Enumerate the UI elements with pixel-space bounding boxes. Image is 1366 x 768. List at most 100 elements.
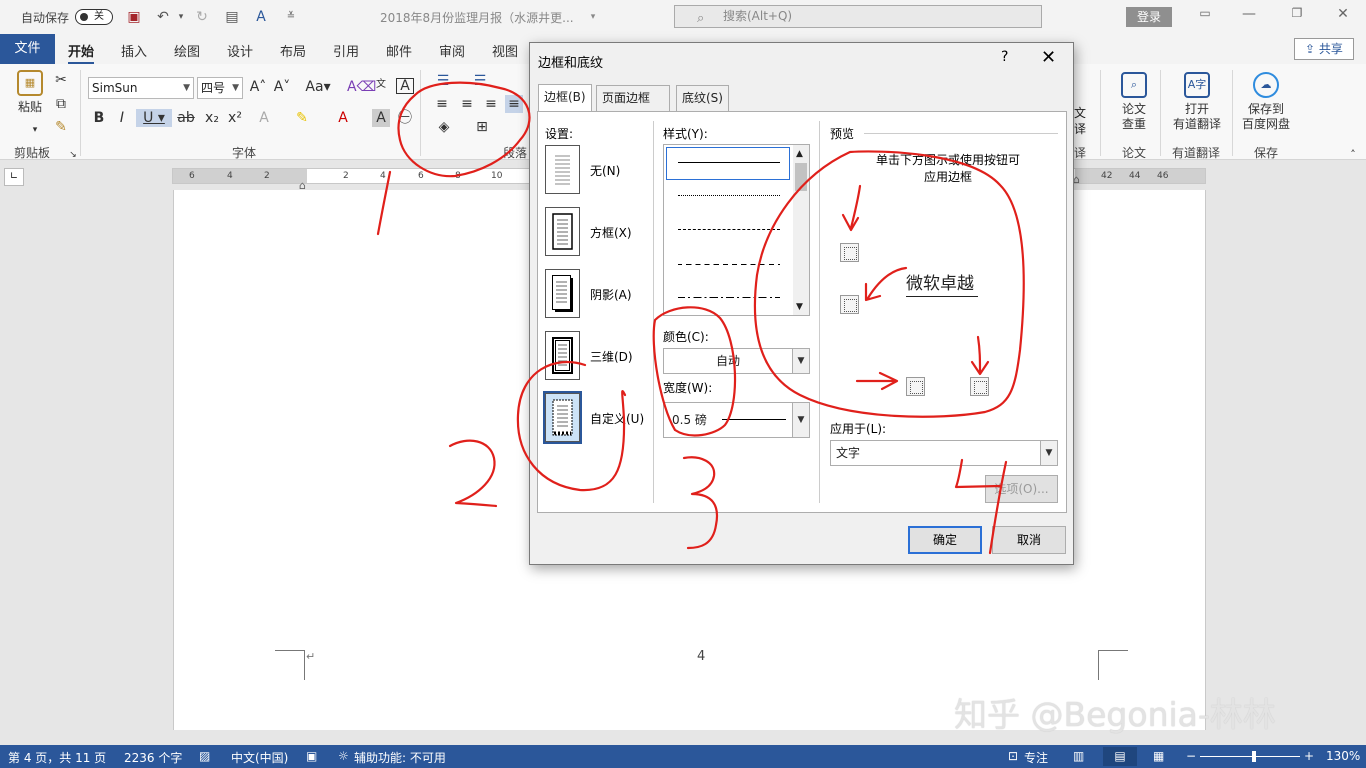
style-scrollbar[interactable]: ▲ ▼: [793, 145, 809, 315]
tab-design[interactable]: 设计: [227, 41, 253, 60]
setting-3d-label[interactable]: 三维(D): [590, 348, 633, 365]
top-border-button[interactable]: [840, 243, 859, 262]
autosave-toggle[interactable]: 关: [75, 9, 113, 25]
left-border-button[interactable]: [906, 377, 925, 396]
zoom-slider[interactable]: [1200, 756, 1300, 757]
setting-custom[interactable]: [543, 391, 582, 444]
align-center-icon[interactable]: ≡: [458, 95, 476, 113]
youdao-translate-button[interactable]: A字 打开 有道翻译: [1168, 72, 1226, 132]
undo-dropdown-icon[interactable]: ▾: [172, 8, 190, 26]
page-indicator[interactable]: 第 4 页，共 11 页: [8, 749, 106, 766]
undo-icon[interactable]: ↶: [154, 8, 172, 26]
change-case-icon[interactable]: Aa▾: [305, 78, 331, 96]
tab-draw[interactable]: 绘图: [174, 41, 200, 60]
macro-icon[interactable]: ▣: [306, 749, 317, 763]
underline-icon[interactable]: U ▾: [136, 109, 172, 127]
ok-button[interactable]: 确定: [908, 526, 982, 554]
font-name-box[interactable]: SimSun ▼: [88, 77, 194, 99]
print-layout-icon[interactable]: ▤: [1103, 747, 1137, 766]
setting-box[interactable]: [545, 207, 580, 256]
cancel-button[interactable]: 取消: [992, 526, 1066, 554]
tab-insert[interactable]: 插入: [121, 41, 147, 60]
style-dash-dot[interactable]: [678, 297, 780, 298]
enclose-char-icon[interactable]: ㊀: [396, 109, 414, 127]
subscript-icon[interactable]: x₂: [203, 109, 221, 127]
setting-none[interactable]: [545, 145, 580, 194]
scroll-down-icon[interactable]: ▼: [796, 302, 803, 312]
read-aloud-icon[interactable]: A: [252, 8, 270, 26]
setting-none-label[interactable]: 无(N): [590, 162, 620, 179]
setting-box-label[interactable]: 方框(X): [590, 224, 632, 241]
apply-to-select[interactable]: 文字 ▼: [830, 440, 1058, 466]
restore-icon[interactable]: ❐: [1286, 6, 1308, 26]
read-mode-icon[interactable]: ▥: [1073, 749, 1084, 763]
setting-custom-label[interactable]: 自定义(U): [590, 410, 644, 427]
superscript-icon[interactable]: x²: [226, 109, 244, 127]
align-right-icon[interactable]: ≡: [482, 95, 500, 113]
tab-home[interactable]: 开始: [68, 41, 95, 65]
share-button[interactable]: ⇪ 共享: [1294, 38, 1354, 60]
tab-page-border[interactable]: 页面边框(P): [596, 85, 670, 129]
tab-file[interactable]: 文件: [0, 34, 55, 64]
bold-icon[interactable]: B: [90, 109, 108, 127]
highlight-icon[interactable]: ✎: [293, 109, 311, 127]
strikethrough-icon[interactable]: ab: [177, 109, 195, 127]
tab-selector-icon[interactable]: ∟: [4, 168, 24, 186]
numbering-icon[interactable]: ☰: [471, 72, 489, 90]
bullets-icon[interactable]: ☰: [434, 72, 452, 90]
zoom-in-icon[interactable]: +: [1304, 749, 1314, 763]
setting-shadow[interactable]: [545, 269, 580, 318]
preview-sample-text[interactable]: 微软卓越: [906, 269, 978, 297]
copy-icon[interactable]: ⧉: [52, 95, 70, 113]
options-button[interactable]: 选项(O)...: [985, 475, 1058, 503]
window-close-icon[interactable]: ✕: [1332, 6, 1354, 26]
format-painter-icon[interactable]: ✎: [52, 118, 70, 136]
bottom-border-button[interactable]: [840, 295, 859, 314]
word-count[interactable]: 2236 个字: [124, 749, 182, 766]
title-dropdown-icon[interactable]: ▾: [584, 8, 602, 26]
ribbon-display-icon[interactable]: ▭: [1194, 6, 1216, 26]
tab-mailings[interactable]: 邮件: [386, 41, 412, 60]
setting-3d[interactable]: [545, 331, 580, 380]
phonetic-guide-icon[interactable]: 文: [372, 76, 390, 94]
borders-icon[interactable]: ⊞: [473, 118, 491, 136]
grow-font-icon[interactable]: A˄: [249, 78, 267, 96]
setting-shadow-label[interactable]: 阴影(A): [590, 286, 632, 303]
align-left-icon[interactable]: ≡: [433, 95, 451, 113]
char-border-icon[interactable]: A: [396, 78, 414, 94]
redo-icon[interactable]: ↻: [193, 8, 211, 26]
search-input[interactable]: ⌕ 搜索(Alt+Q): [674, 5, 1042, 28]
paper-check-button[interactable]: ⌕ 论文 查重: [1112, 72, 1156, 132]
style-dashed-small[interactable]: [678, 229, 780, 230]
tab-layout[interactable]: 布局: [280, 41, 306, 60]
text-effects-icon[interactable]: A: [255, 109, 273, 127]
justify-icon[interactable]: ≡: [505, 95, 523, 113]
tab-view[interactable]: 视图: [492, 41, 518, 60]
shrink-font-icon[interactable]: A˅: [273, 78, 291, 96]
tab-borders[interactable]: 边框(B): [538, 84, 592, 112]
accessibility-status[interactable]: 辅助功能: 不可用: [354, 749, 446, 766]
style-solid[interactable]: [678, 162, 780, 163]
color-select[interactable]: 自动 ▼: [663, 348, 810, 374]
scroll-thumb[interactable]: [795, 163, 807, 191]
language-indicator[interactable]: 中文(中国): [231, 749, 288, 766]
style-dashed[interactable]: [678, 264, 780, 265]
zoom-out-icon[interactable]: −: [1186, 749, 1196, 763]
save-icon[interactable]: ▣: [125, 8, 143, 26]
clear-format-icon[interactable]: A⌫: [347, 78, 376, 96]
login-button[interactable]: 登录: [1126, 7, 1172, 27]
tab-review[interactable]: 审阅: [439, 41, 465, 60]
scroll-up-icon[interactable]: ▲: [796, 149, 803, 159]
baidu-save-button[interactable]: ☁ 保存到 百度网盘: [1240, 72, 1292, 132]
tab-references[interactable]: 引用: [333, 41, 359, 60]
web-layout-icon[interactable]: ▦: [1153, 749, 1164, 763]
font-size-box[interactable]: 四号 ▼: [197, 77, 243, 99]
italic-icon[interactable]: I: [113, 109, 131, 127]
char-shading-icon[interactable]: A: [372, 109, 390, 127]
shading-icon[interactable]: ◈: [435, 118, 453, 136]
dialog-close-icon[interactable]: ✕: [1041, 47, 1056, 68]
right-indent-marker-icon[interactable]: ⌂: [1073, 173, 1080, 186]
help-icon[interactable]: ?: [1001, 49, 1008, 65]
focus-mode[interactable]: 专注: [1024, 749, 1048, 766]
style-dotted[interactable]: [678, 195, 780, 196]
